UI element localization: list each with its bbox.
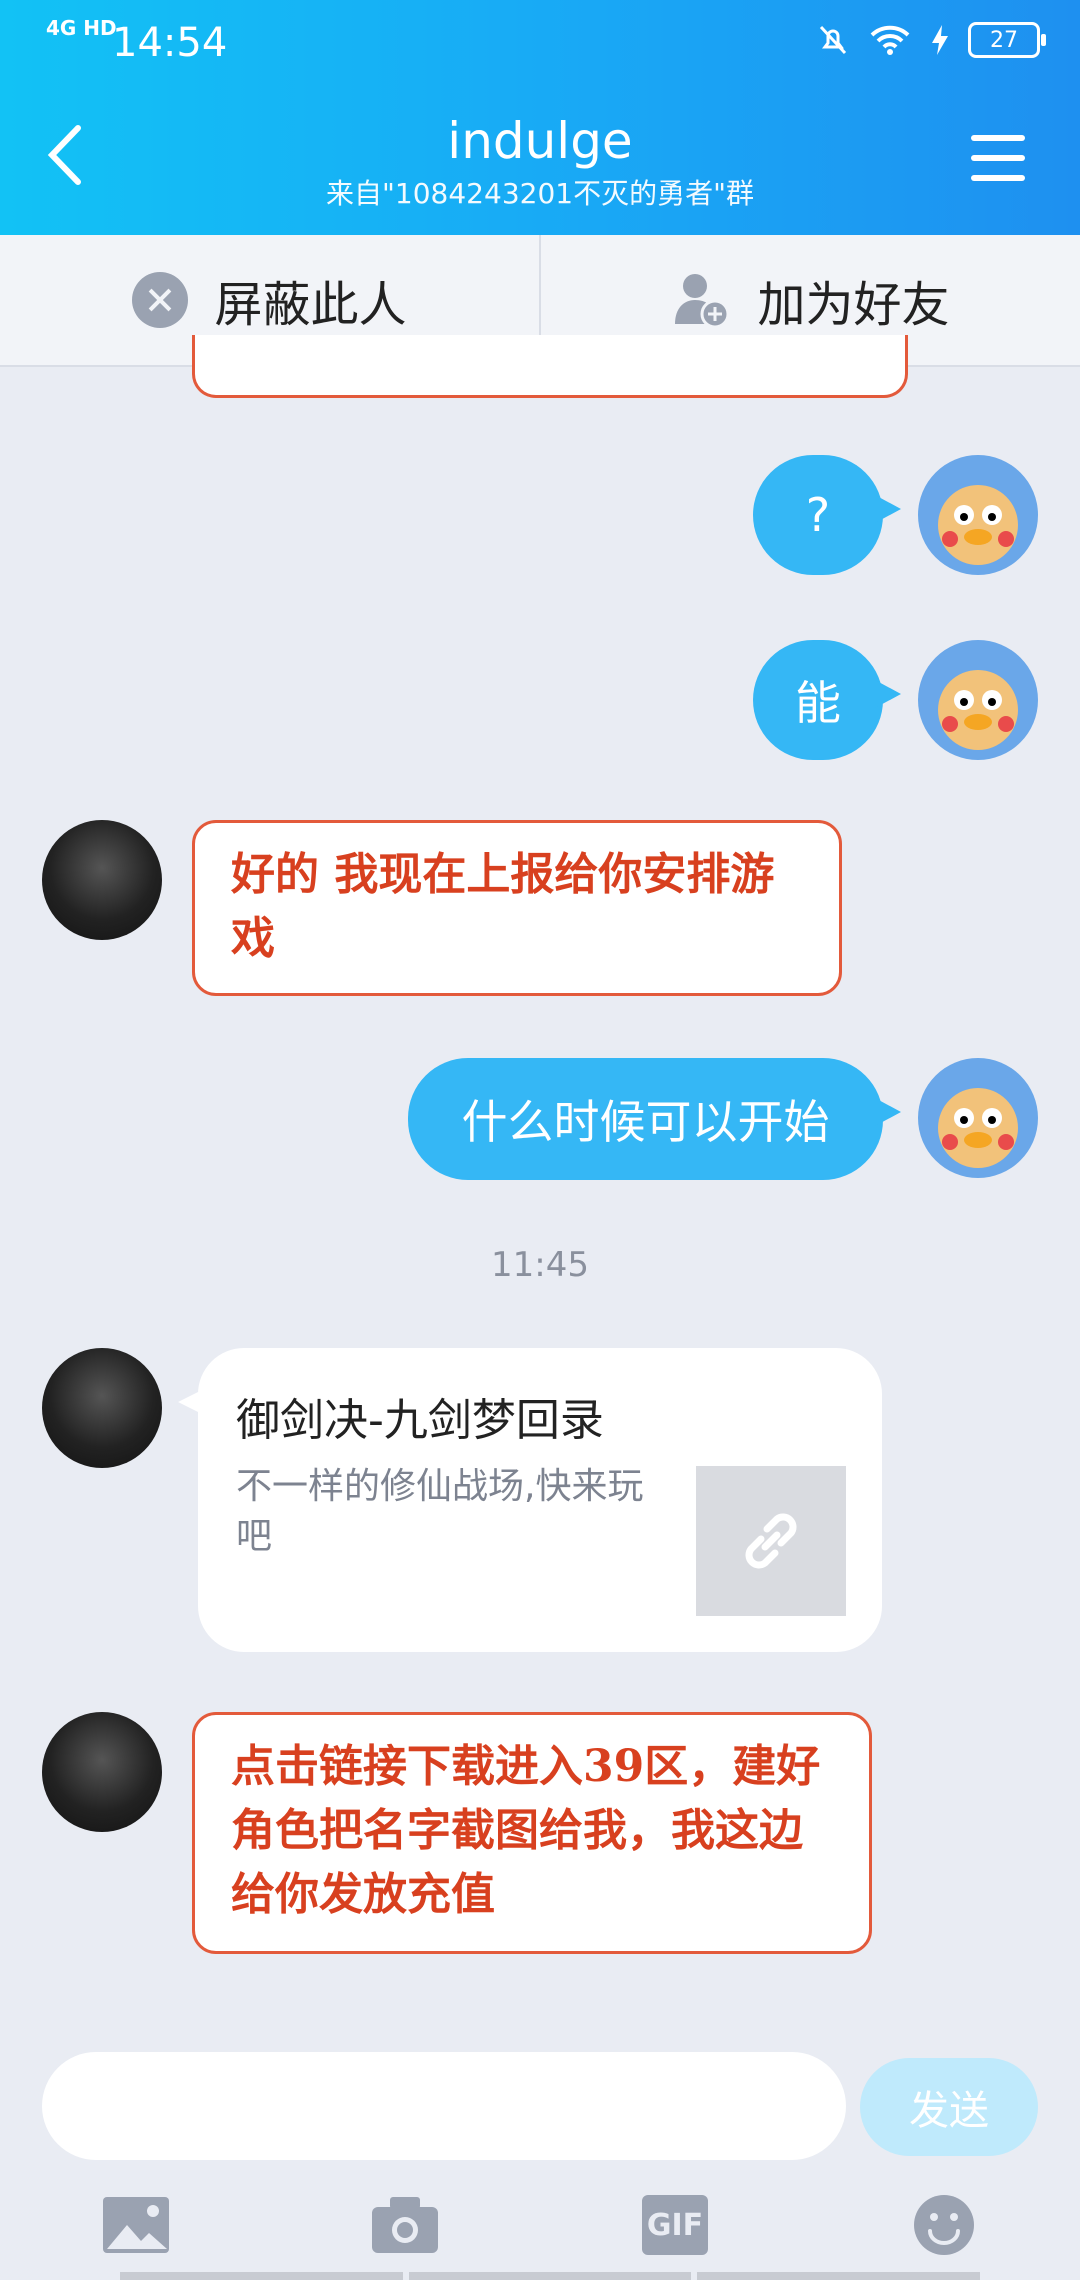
wifi-icon (870, 25, 910, 55)
link-card-description: 不一样的修仙战场,快来玩吧 (236, 1466, 644, 1557)
gif-icon: GIF (642, 2195, 708, 2255)
duck-avatar-icon (938, 670, 1018, 750)
message-bubble-received[interactable]: 点击链接下载进入39区，建好角色把名字截图给我，我这边给你发放充值 (192, 1712, 872, 1954)
chat-header: 4G HD 14:54 27 indulge 来自"1084243201不灭的勇… (0, 0, 1080, 235)
battery-indicator: 27 (968, 22, 1046, 58)
menu-button[interactable] (971, 135, 1025, 183)
link-card-thumbnail (696, 1466, 846, 1616)
previous-message-bubble (192, 335, 908, 398)
chat-title: indulge (447, 112, 633, 170)
block-user-label: 屏蔽此人 (214, 277, 407, 333)
camera-button[interactable] (365, 2190, 445, 2260)
sender-avatar[interactable] (42, 1712, 162, 1832)
message-bubble-sent[interactable]: 能 (753, 640, 901, 760)
link-icon (745, 1513, 797, 1569)
camera-icon (372, 2197, 438, 2253)
status-icons: 27 (816, 22, 1046, 58)
send-button[interactable]: 发送 (860, 2058, 1038, 2156)
message-input[interactable] (42, 2052, 846, 2160)
image-icon (103, 2197, 169, 2253)
gif-button[interactable]: GIF (635, 2190, 715, 2260)
link-card-title: 御剑决-九剑梦回录 (236, 1395, 604, 1446)
add-friend-icon (675, 274, 730, 329)
image-button[interactable] (96, 2190, 176, 2260)
message-bubble-received[interactable]: 好的 我现在上报给你安排游戏 (192, 820, 842, 996)
add-friend-label: 加为好友 (757, 277, 950, 333)
message-bubble-sent[interactable]: 什么时候可以开始 (408, 1058, 901, 1180)
my-avatar[interactable] (918, 640, 1038, 760)
input-area: 发送 GIF (0, 2040, 1080, 2280)
my-avatar[interactable] (918, 455, 1038, 575)
mute-icon (819, 25, 847, 55)
message-bubble-sent[interactable]: ? (753, 455, 901, 575)
sender-avatar[interactable] (42, 820, 162, 940)
link-card[interactable]: 御剑决-九剑梦回录 不一样的修仙战场,快来玩吧 (178, 1348, 882, 1652)
emoji-button[interactable] (904, 2190, 984, 2260)
bottom-divider (120, 2272, 981, 2280)
chat-subtitle: 来自"1084243201不灭的勇者"群 (326, 177, 754, 210)
message-timestamp: 11:45 (491, 1245, 589, 1285)
network-indicator: 4G HD (46, 16, 117, 40)
my-avatar[interactable] (918, 1058, 1038, 1178)
sender-avatar[interactable] (42, 1348, 162, 1468)
charging-icon (932, 25, 948, 55)
status-time: 14:54 (112, 20, 228, 66)
input-toolbar: GIF (0, 2190, 1080, 2280)
duck-avatar-icon (938, 485, 1018, 565)
block-icon (132, 272, 189, 328)
duck-avatar-icon (938, 1088, 1018, 1168)
emoji-icon (914, 2195, 974, 2255)
